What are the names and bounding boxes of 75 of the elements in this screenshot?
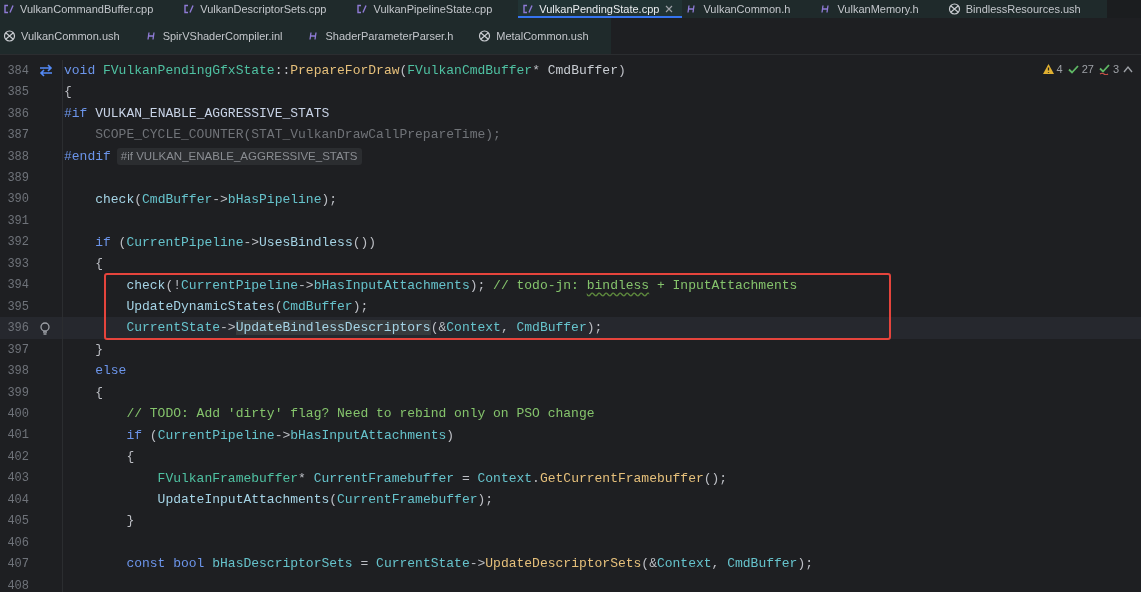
line-number: 407	[6, 556, 29, 574]
warning-icon	[1041, 63, 1055, 76]
problem-count: 4	[1056, 62, 1063, 77]
problem-count: 27	[1081, 62, 1094, 77]
code-file-icon	[2, 3, 15, 15]
file-tab[interactable]: ShaderParameterParser.h	[304, 18, 476, 54]
line-number: 386	[6, 105, 29, 123]
line-number: 396	[6, 320, 29, 338]
code-line: UpdateDynamicStates(CmdBuffer);	[125, 297, 369, 316]
line-number: 394	[6, 277, 29, 295]
code-line: if (CurrentPipeline->UsesBindless())	[94, 233, 377, 252]
line-number: 399	[6, 384, 29, 402]
caret-up-icon	[1123, 65, 1133, 74]
line-number: 384	[6, 62, 29, 80]
code-line: // TODO: Add 'dirty' flag? Need to rebind only on PSO change	[125, 405, 595, 424]
line-number: 402	[6, 448, 29, 466]
code-line: check(CmdBuffer->bHasPipeline);	[94, 190, 338, 209]
line-number: 405	[6, 513, 29, 531]
line-number: 388	[6, 148, 29, 166]
checkmark-icon	[1066, 63, 1080, 76]
code-line: #endif	[64, 147, 111, 166]
code-line: CurrentState->UpdateBindlessDescriptors(&Context, CmdBuffer);	[125, 319, 603, 338]
line-number: 395	[6, 298, 29, 316]
shader-file-icon	[478, 30, 492, 42]
line-number: 387	[6, 127, 29, 145]
spellcheck-icon	[1097, 63, 1111, 76]
file-tab[interactable]: BindlessResources.ush	[944, 0, 1107, 18]
code-line: void FVulkanPendingGfxState::PrepareForDraw(FVulkanCmdBuffer* CmdBuffer)	[64, 61, 626, 80]
code-line: }	[125, 512, 135, 531]
line-number: 385	[6, 84, 29, 102]
line-number: 400	[6, 405, 29, 423]
file-tab[interactable]: VulkanPendingState.cpp	[518, 0, 683, 18]
swap-arrows-icon	[38, 63, 53, 79]
line-number: 401	[6, 427, 29, 445]
code-line: {	[125, 448, 135, 467]
line-number: 390	[6, 191, 29, 209]
header-file-icon	[144, 30, 158, 42]
file-tab[interactable]: VulkanCommon.ush	[0, 18, 142, 54]
code-line: {	[94, 383, 103, 402]
line-number: 393	[6, 255, 29, 273]
line-number: 389	[6, 170, 29, 187]
code-line: FVulkanFramebuffer* CurrentFramebuffer = Context.GetCurrentFramebuffer();	[156, 469, 728, 488]
light-bulb-icon	[38, 320, 53, 336]
file-tab[interactable]: VulkanDescriptorSets.cpp	[179, 0, 353, 18]
line-number: 398	[6, 363, 29, 381]
code-line: check(!CurrentPipeline->bHasInputAttachments); // todo-jn: bindless + InputAttachments	[125, 276, 798, 295]
line-number: 403	[6, 470, 29, 488]
file-tab[interactable]: MetalCommon.ush	[475, 18, 611, 54]
code-line: UpdateInputAttachments(CurrentFramebuffer);	[156, 491, 494, 510]
line-number: 391	[6, 212, 29, 230]
line-number: 406	[6, 534, 29, 552]
inline-hint: #if VULKAN_ENABLE_AGGRESSIVE_STATS	[116, 147, 362, 166]
shader-file-icon	[3, 30, 16, 42]
file-tab[interactable]: VulkanPipelineState.cpp	[352, 0, 519, 18]
file-tab[interactable]: SpirVShaderCompiler.inl	[141, 18, 305, 54]
line-number: 408	[6, 577, 29, 592]
code-line: {	[64, 83, 72, 102]
code-line: {	[94, 255, 103, 274]
line-number: 392	[6, 234, 29, 252]
code-line: }	[94, 340, 103, 359]
code-line: else	[94, 362, 127, 381]
code-file-icon	[182, 3, 196, 15]
line-number: 404	[6, 491, 29, 509]
file-tab[interactable]: VulkanCommon.h	[682, 0, 817, 18]
code-line: SCOPE_CYCLE_COUNTER(STAT_VulkanDrawCallPrepareTime);	[94, 126, 501, 145]
line-number: 397	[6, 341, 29, 359]
code-line: if (CurrentPipeline->bHasInputAttachments)	[125, 426, 455, 445]
code-file-icon	[521, 3, 535, 15]
file-tab[interactable]: VulkanCommandBuffer.cpp	[0, 0, 180, 18]
code-file-icon	[355, 3, 369, 15]
shader-file-icon	[947, 3, 961, 15]
code-line: #if VULKAN_ENABLE_AGGRESSIVE_STATS	[64, 104, 330, 123]
problem-count: 3	[1112, 62, 1119, 77]
code-line: const bool bHasDescriptorSets = CurrentState->UpdateDescriptorSets(&Context, CmdBuffer);	[125, 555, 813, 574]
file-tab[interactable]: VulkanMemory.h	[816, 0, 945, 18]
